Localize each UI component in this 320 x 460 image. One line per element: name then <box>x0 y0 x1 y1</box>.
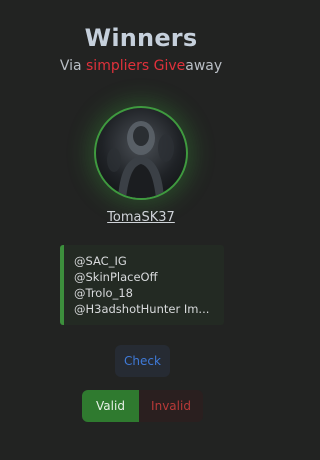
winners-panel: Winners Via simpliers Giveaway TomaSK37 … <box>0 0 282 460</box>
invalid-button[interactable]: Invalid <box>139 390 203 422</box>
page-subtitle: Via simpliers Giveaway <box>0 58 282 74</box>
subtitle-prefix: Via <box>59 58 87 74</box>
check-button[interactable]: Check <box>115 345 170 377</box>
subtitle-brand: simpliers <box>86 58 150 74</box>
mentions-list: @SAC_IG @SkinPlaceOff @Trolo_18 @H3adsho… <box>60 245 224 325</box>
winner-username[interactable]: TomaSK37 <box>0 210 282 225</box>
avatar-image <box>107 121 174 198</box>
subtitle-suffix: away <box>185 58 223 74</box>
list-item: @Trolo_18 <box>74 286 133 300</box>
list-item: @H3adshotHunter Im... <box>74 302 210 316</box>
list-item: @SkinPlaceOff <box>74 270 158 284</box>
subtitle-give: Give <box>149 58 186 74</box>
page-title: Winners <box>84 24 198 52</box>
winner-avatar-frame <box>94 106 188 200</box>
list-item: @SAC_IG <box>74 254 127 268</box>
avatar <box>94 106 188 200</box>
valid-button[interactable]: Valid <box>82 390 139 422</box>
